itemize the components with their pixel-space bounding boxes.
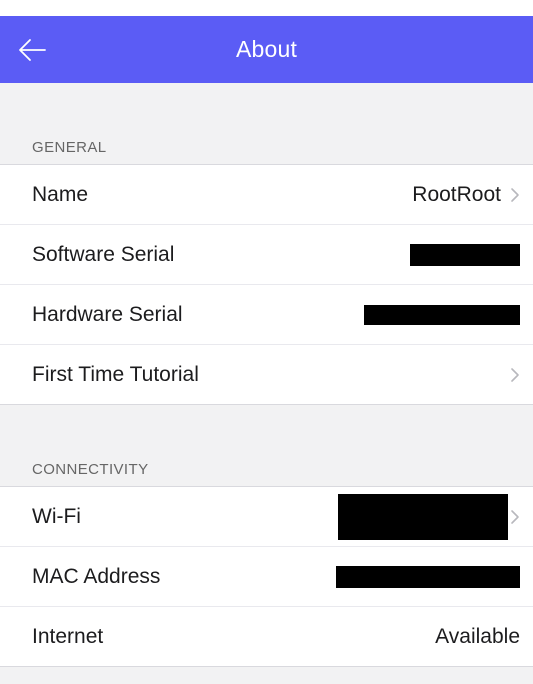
connectivity-group: Wi-Fi MAC Address Internet Available xyxy=(0,487,533,667)
section-header-connectivity: CONNECTIVITY xyxy=(0,445,533,487)
wifi-row[interactable]: Wi-Fi xyxy=(0,487,533,547)
first-time-tutorial-label: First Time Tutorial xyxy=(32,362,199,386)
settings-content: GENERAL Name RootRoot Software Serial Ha… xyxy=(0,83,533,684)
internet-status-value: Available xyxy=(435,624,520,648)
nav-bar: About xyxy=(0,16,533,83)
wifi-redacted-value xyxy=(338,493,508,540)
chevron-right-icon xyxy=(511,509,519,524)
name-row[interactable]: Name RootRoot xyxy=(0,165,533,225)
software-serial-redacted-value xyxy=(410,243,520,266)
section-header-general: GENERAL xyxy=(0,123,533,165)
chevron-right-icon xyxy=(511,187,519,202)
wifi-label: Wi-Fi xyxy=(32,504,81,528)
name-value: RootRoot xyxy=(412,182,501,206)
status-strip xyxy=(0,0,533,16)
back-button[interactable] xyxy=(6,24,58,76)
mac-address-label: MAC Address xyxy=(32,564,161,588)
hardware-serial-row: Hardware Serial xyxy=(0,285,533,345)
mac-address-row: MAC Address xyxy=(0,547,533,607)
page-title: About xyxy=(235,36,298,62)
internet-label: Internet xyxy=(32,624,104,648)
about-screen: About GENERAL Name RootRoot Software Ser… xyxy=(0,0,533,684)
software-serial-row: Software Serial xyxy=(0,225,533,285)
internet-row: Internet Available xyxy=(0,607,533,667)
general-group: Name RootRoot Software Serial Hardware S… xyxy=(0,165,533,405)
software-serial-label: Software Serial xyxy=(32,242,175,266)
mac-address-redacted-value xyxy=(336,565,520,588)
chevron-right-icon xyxy=(511,367,519,382)
hardware-serial-redacted-value xyxy=(364,304,520,325)
first-time-tutorial-row[interactable]: First Time Tutorial xyxy=(0,345,533,405)
hardware-serial-label: Hardware Serial xyxy=(32,302,183,326)
arrow-left-icon xyxy=(19,39,46,61)
name-label: Name xyxy=(32,182,89,206)
